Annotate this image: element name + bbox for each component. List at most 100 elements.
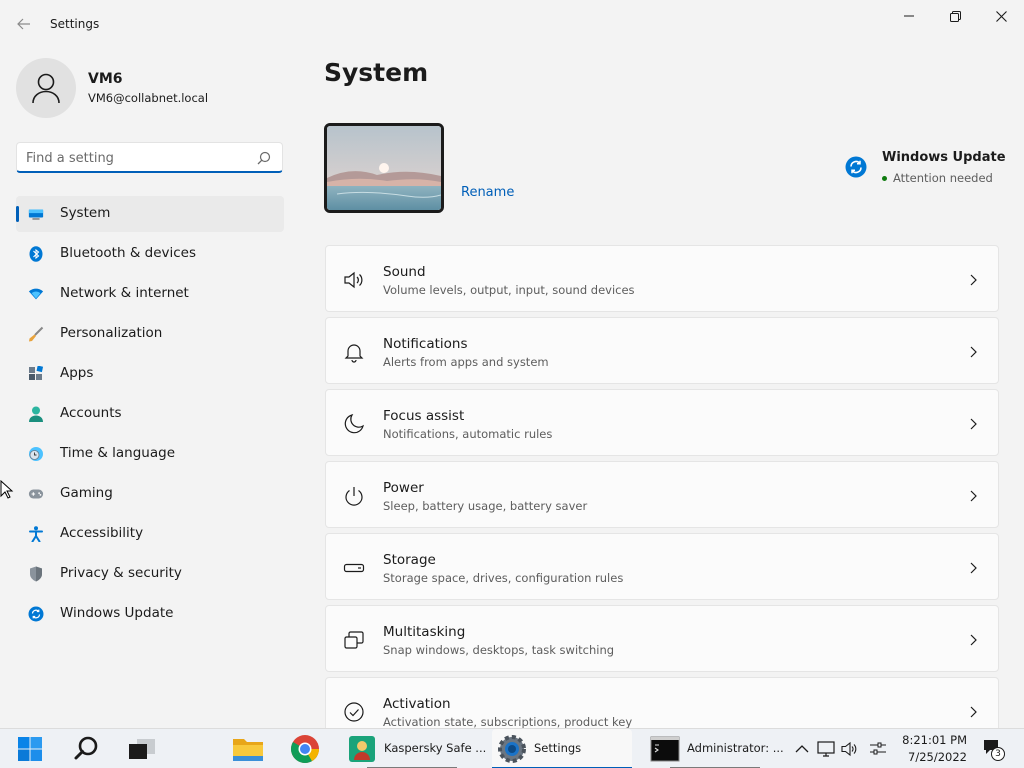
search-box[interactable] bbox=[16, 142, 283, 173]
storage-icon bbox=[343, 563, 365, 573]
windows-update-status[interactable]: Windows Update Attention needed bbox=[845, 148, 1015, 188]
close-icon bbox=[995, 10, 1007, 22]
card-title: Focus assist bbox=[383, 408, 465, 424]
sidebar-item-system[interactable]: System bbox=[16, 196, 284, 232]
card-power[interactable]: Power Sleep, battery usage, battery save… bbox=[325, 461, 999, 528]
sidebar-item-windows-update[interactable]: Windows Update bbox=[16, 596, 284, 632]
shield-icon bbox=[28, 566, 44, 582]
page-title: System bbox=[324, 58, 429, 87]
card-title: Notifications bbox=[383, 336, 468, 352]
search-input[interactable] bbox=[26, 148, 251, 168]
taskbar-app-kaspersky[interactable]: Kaspersky Safe ... bbox=[342, 729, 486, 768]
close-button[interactable] bbox=[978, 0, 1024, 32]
taskbar-app-settings[interactable]: Settings bbox=[492, 729, 632, 768]
sidebar-item-label: Time & language bbox=[60, 445, 176, 461]
speaker-icon bbox=[344, 271, 363, 289]
avatar bbox=[16, 58, 76, 118]
card-description: Snap windows, desktops, task switching bbox=[383, 643, 615, 657]
system-clock[interactable]: 8:21:01 PM 7/25/2022 bbox=[897, 732, 967, 766]
folder-icon bbox=[233, 739, 263, 761]
sidebar-item-privacy[interactable]: Privacy & security bbox=[16, 556, 284, 592]
notification-center-button[interactable]: 3 bbox=[982, 739, 1008, 761]
notification-count-badge: 3 bbox=[991, 747, 1005, 761]
start-button[interactable] bbox=[10, 729, 50, 768]
card-storage[interactable]: Storage Storage space, drives, configura… bbox=[325, 533, 999, 600]
update-icon bbox=[845, 156, 867, 178]
chevron-up-icon bbox=[795, 745, 809, 753]
sidebar-item-label: System bbox=[60, 205, 111, 221]
taskbar-app-label: Kaspersky Safe ... bbox=[384, 741, 487, 755]
chevron-right-icon bbox=[970, 274, 977, 286]
search-icon[interactable] bbox=[256, 150, 272, 166]
user-profile[interactable]: VM6 VM6@collabnet.local bbox=[16, 58, 208, 118]
windows-logo-icon bbox=[18, 737, 42, 761]
profile-email: VM6@collabnet.local bbox=[88, 91, 209, 105]
card-sound[interactable]: Sound Volume levels, output, input, soun… bbox=[325, 245, 999, 312]
multitasking-icon bbox=[344, 631, 364, 649]
rename-link[interactable]: Rename bbox=[461, 185, 514, 200]
sidebar-item-accounts[interactable]: Accounts bbox=[16, 396, 284, 432]
sidebar-item-label: Accounts bbox=[60, 405, 122, 421]
card-title: Multitasking bbox=[383, 624, 466, 640]
taskbar-app-label: Settings bbox=[534, 741, 582, 755]
taskbar-app-label: Administrator: ... bbox=[687, 741, 784, 755]
wifi-icon bbox=[28, 286, 44, 302]
show-hidden-icons-button[interactable] bbox=[792, 739, 812, 759]
sidebar-item-label: Gaming bbox=[60, 485, 113, 501]
sidebar-item-gaming[interactable]: Gaming bbox=[16, 476, 284, 512]
mouse-cursor-icon bbox=[0, 480, 14, 499]
file-explorer-button[interactable] bbox=[228, 729, 268, 768]
sidebar-item-bluetooth[interactable]: Bluetooth & devices bbox=[16, 236, 284, 272]
back-arrow-icon bbox=[17, 18, 30, 30]
sidebar-item-label: Apps bbox=[60, 365, 94, 381]
status-label: Attention needed bbox=[893, 171, 993, 185]
sidebar-item-label: Bluetooth & devices bbox=[60, 245, 197, 261]
bell-icon bbox=[344, 344, 364, 363]
wallpaper-image bbox=[327, 126, 441, 210]
person-icon bbox=[28, 406, 44, 422]
minimize-button[interactable] bbox=[886, 0, 932, 32]
clock-time: 8:21:01 PM bbox=[902, 733, 967, 747]
volume-tray-button[interactable] bbox=[840, 739, 860, 759]
card-title: Sound bbox=[383, 264, 426, 280]
sidebar-item-time-language[interactable]: Time & language bbox=[16, 436, 284, 472]
window-title: Settings bbox=[50, 17, 100, 31]
card-description: Storage space, drives, configuration rul… bbox=[383, 571, 624, 585]
network-tray-button[interactable] bbox=[816, 739, 836, 759]
input-tray-button[interactable] bbox=[868, 739, 888, 759]
taskbar-app-cmd[interactable]: Administrator: ... bbox=[645, 729, 785, 768]
check-circle-icon bbox=[344, 702, 364, 722]
globe-clock-icon bbox=[28, 446, 44, 462]
chevron-right-icon bbox=[970, 418, 977, 430]
sidebar-item-network[interactable]: Network & internet bbox=[16, 276, 284, 312]
card-notifications[interactable]: Notifications Alerts from apps and syste… bbox=[325, 317, 999, 384]
brush-icon bbox=[28, 326, 44, 342]
status-dot-icon bbox=[882, 176, 887, 181]
volume-icon bbox=[841, 741, 857, 757]
kaspersky-icon bbox=[349, 736, 375, 762]
chrome-button[interactable] bbox=[285, 729, 325, 768]
sidebar-item-label: Accessibility bbox=[60, 525, 144, 541]
sidebar-item-personalization[interactable]: Personalization bbox=[16, 316, 284, 352]
update-icon bbox=[28, 606, 44, 622]
taskbar-search-button[interactable] bbox=[67, 729, 107, 768]
card-title: Storage bbox=[383, 552, 436, 568]
pen-input-icon bbox=[870, 742, 886, 755]
gamepad-icon bbox=[28, 486, 44, 502]
card-description: Notifications, automatic rules bbox=[383, 427, 553, 441]
sidebar-item-apps[interactable]: Apps bbox=[16, 356, 284, 392]
taskbar: Kaspersky Safe ... Settings Administrato… bbox=[0, 728, 1024, 768]
card-multitasking[interactable]: Multitasking Snap windows, desktops, tas… bbox=[325, 605, 999, 672]
card-focus-assist[interactable]: Focus assist Notifications, automatic ru… bbox=[325, 389, 999, 456]
back-button[interactable] bbox=[12, 12, 36, 36]
sidebar-item-accessibility[interactable]: Accessibility bbox=[16, 516, 284, 552]
clock-date: 7/25/2022 bbox=[908, 750, 967, 764]
sidebar-nav: System Bluetooth & devices Network & int… bbox=[16, 196, 284, 636]
cmd-icon bbox=[650, 736, 680, 762]
profile-name: VM6 bbox=[88, 71, 123, 87]
card-title: Power bbox=[383, 480, 424, 496]
task-view-button[interactable] bbox=[122, 729, 162, 768]
maximize-button[interactable] bbox=[932, 0, 978, 32]
person-avatar-icon bbox=[32, 73, 60, 104]
task-view-icon bbox=[129, 739, 155, 759]
